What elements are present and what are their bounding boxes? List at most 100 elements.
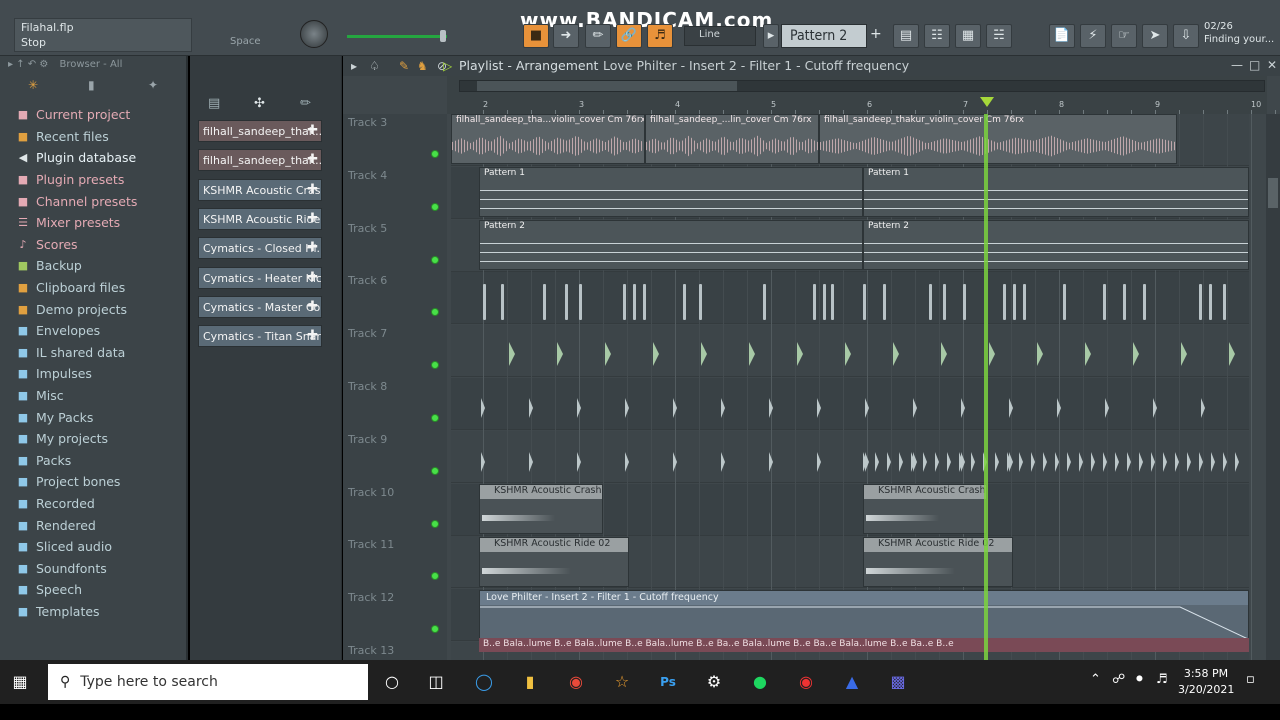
chevron-up-icon[interactable]: ⌃ [1090,672,1101,687]
browser-item[interactable]: ■ Channel presets [14,190,188,212]
channel-button[interactable]: Cymatics - Titan Snar... ✚ [198,325,322,348]
graph-editor-icon[interactable]: ▤ [208,96,220,111]
track-13-clips[interactable]: B..e Bala..lume B..e Bala..lume B..e Bal… [479,638,1249,652]
record-button[interactable]: ■ [523,24,549,48]
step-edit-button[interactable]: ✏ [585,24,611,48]
network-icon[interactable]: ☍ [1112,672,1125,687]
automation-clip[interactable]: Love Philter - Insert 2 - Filter 1 - Cut… [479,590,1249,640]
drum-hit[interactable] [565,284,568,320]
browser-item[interactable]: ■ IL shared data [14,342,188,364]
drum-hit[interactable] [579,284,582,320]
drum-hit[interactable] [875,452,879,472]
track-label[interactable]: Track 13 [348,644,394,657]
track-label[interactable]: Track 7 [348,327,387,340]
snap-mode-select[interactable]: Line [684,26,756,46]
audio-clip[interactable]: filhall_sandeep_thakur_violin_cover Cm 7… [819,114,1177,164]
maximize-icon[interactable]: □ [1249,58,1260,72]
drum-hit[interactable] [769,452,773,472]
drum-hit[interactable] [865,398,869,418]
track-enable-led[interactable] [431,466,439,475]
drum-hit[interactable] [653,342,659,366]
drum-hit[interactable] [1103,284,1106,320]
track-label[interactable]: Track 8 [348,380,387,393]
browser-item[interactable]: ■ Plugin presets [14,169,188,191]
drum-hit[interactable] [625,452,629,472]
track-enable-led[interactable] [431,519,439,528]
track-enable-led[interactable] [431,414,439,422]
chrome-icon[interactable]: ◉ [564,670,588,694]
drum-hit[interactable] [1181,342,1187,366]
drum-hit[interactable] [893,342,899,366]
browser-item[interactable]: ■ Demo projects [14,298,188,320]
channel-button[interactable]: Cymatics - Heater Kic... ✚ [198,266,322,289]
scrollbar-thumb[interactable] [1268,178,1278,208]
drum-hit[interactable] [1055,452,1059,472]
drum-hit[interactable] [935,452,939,472]
drum-hit[interactable] [763,284,766,320]
browser-item[interactable]: ■ Impulses [14,363,188,385]
pattern-clip[interactable]: Pattern 1 [479,167,863,217]
plugin-picker-icon[interactable]: ⚡ [1080,24,1106,48]
drum-hit[interactable] [1199,452,1203,472]
channel-button[interactable]: KSHMR Acoustic Cras... ✚ [198,178,322,201]
drum-hit[interactable] [1063,284,1066,320]
drum-hit[interactable] [823,284,826,320]
drum-hit[interactable] [749,342,755,366]
drum-hit[interactable] [995,452,999,472]
drum-hit[interactable] [481,398,485,418]
track-enable-led[interactable] [431,572,439,581]
task-view-icon[interactable]: ◫ [424,670,448,694]
track-label[interactable]: Track 4 [348,169,387,182]
drum-hit[interactable] [1127,452,1131,472]
browser-item[interactable]: ■ Speech [14,579,188,601]
browser-nav-icons[interactable]: ▸ ↑ ↶ ⚙ [8,59,48,70]
audio-clip[interactable]: filhall_sandeep_tha...violin_cover Cm 76… [451,114,645,164]
browser-item[interactable]: ■ Project bones [14,471,188,493]
drum-hit[interactable] [1229,342,1235,366]
browser-toggle-icon[interactable]: 📄 [1049,24,1075,48]
track-enable-led[interactable] [431,202,439,211]
drum-hit[interactable] [1031,452,1035,472]
browser-item[interactable]: ■ Recent files [14,126,188,148]
drum-hit[interactable] [1037,342,1043,366]
audio-clip[interactable]: filhall_sandeep_...lin_cover Cm 76rx [645,114,819,164]
taskbar-search[interactable]: ⚲ Type here to search [48,664,368,700]
drum-hit[interactable] [625,398,629,418]
drum-hit[interactable] [1115,452,1119,472]
drum-hit[interactable] [1223,452,1227,472]
browser-item[interactable]: ■ Misc [14,385,188,407]
paint-icon[interactable]: ♞ [417,59,428,73]
drum-hit[interactable] [1163,452,1167,472]
spotify-icon[interactable]: ● [748,670,772,694]
browser-item[interactable]: ■ Current project [14,104,188,126]
volume-icon[interactable]: ♬ [1156,672,1168,687]
browser-item[interactable]: ■ Recorded [14,493,188,515]
drum-hit[interactable] [911,452,915,472]
drum-hit[interactable] [1151,452,1155,472]
drum-hit[interactable] [797,342,803,366]
drum-hit[interactable] [863,284,866,320]
drum-hit[interactable] [721,398,725,418]
drum-hit[interactable] [1057,398,1061,418]
browser-filter-label[interactable]: Browser - All [59,59,122,70]
channel-options-icon[interactable]: ✚ [307,240,318,255]
bandicam-icon[interactable]: ◉ [794,670,818,694]
edge-icon[interactable]: ◯ [472,670,496,694]
pattern-selector[interactable]: Pattern 2 [781,24,867,48]
drum-hit[interactable] [721,452,725,472]
playlist-window-icon[interactable]: ▤ [893,24,919,48]
drum-hit[interactable] [643,284,646,320]
song-position-marker[interactable] [980,97,994,107]
channel-options-icon[interactable]: ✚ [307,211,318,226]
touch-keyboard-icon[interactable]: ☞ [1111,24,1137,48]
drum-hit[interactable] [845,342,851,366]
cortana-icon[interactable]: ○ [380,670,404,694]
track-enable-led[interactable] [431,308,439,317]
track-lane[interactable] [451,272,1249,325]
metronome-icon[interactable]: ♬ [647,24,673,48]
drum-hit[interactable] [633,284,636,320]
mixer-icon[interactable]: ☵ [986,24,1012,48]
crash-clip[interactable]: KSHMR Acoustic Crash 01 [863,484,987,534]
track-enable-led[interactable] [431,150,439,158]
drum-hit[interactable] [913,398,917,418]
